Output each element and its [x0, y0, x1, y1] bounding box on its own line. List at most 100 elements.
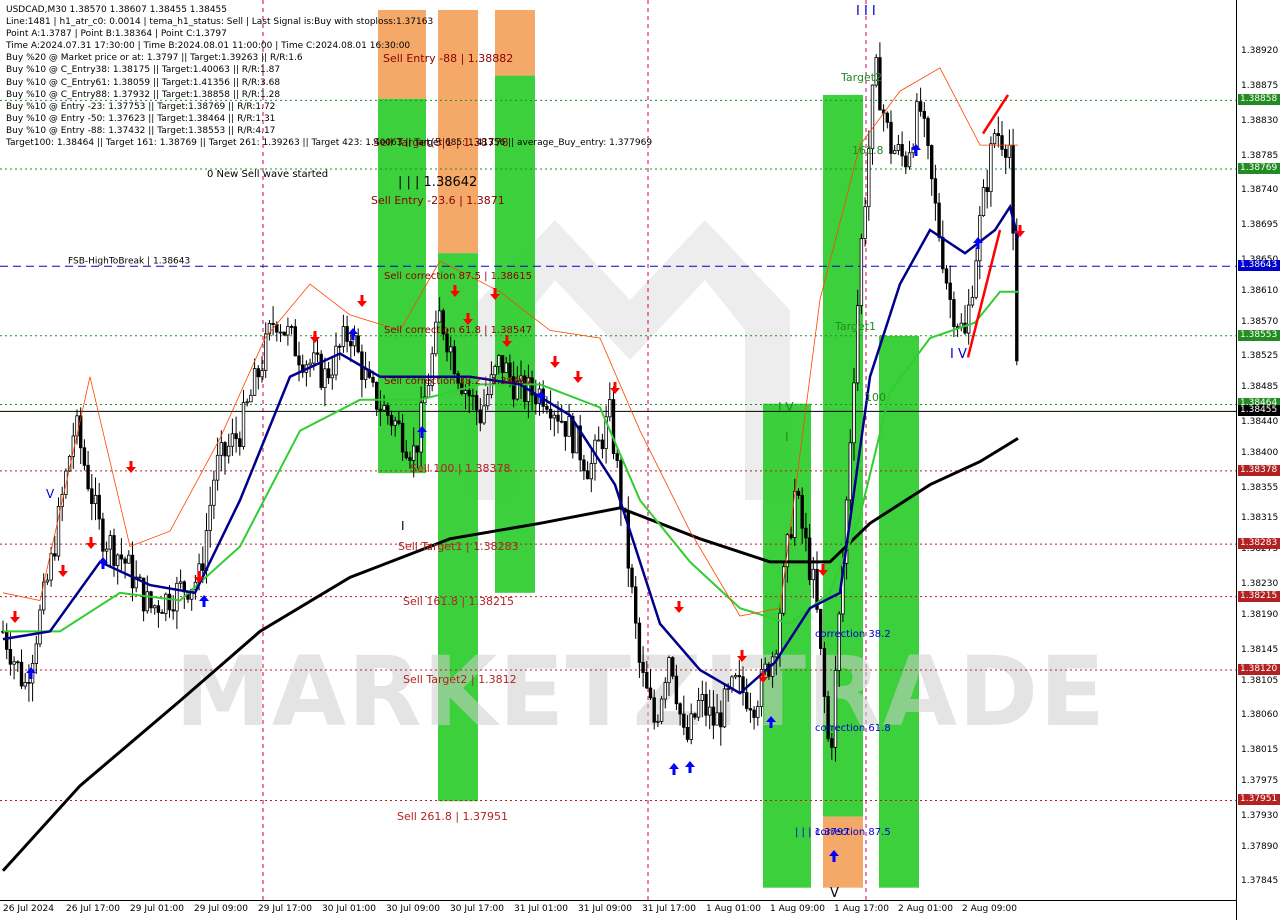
candle-body [249, 394, 253, 403]
info-line: Buy %20 @ Market price or at: 1.3797 || … [6, 53, 303, 64]
chart-annotation: I [401, 519, 405, 533]
info-panel: USDCAD,M30 1.38570 1.38607 1.38455 1.384… [6, 4, 652, 149]
candle-body [411, 445, 416, 461]
candle-body [5, 631, 9, 650]
chart-annotation: I V [950, 347, 967, 362]
price-tick: 1.38610 [1241, 285, 1279, 296]
candle-body [282, 331, 286, 336]
status-text: 0 New Sell wave started [207, 169, 328, 180]
candle-body [996, 133, 1000, 137]
candle [915, 93, 919, 151]
candle-body [175, 582, 179, 612]
candle-body [1015, 232, 1019, 362]
candle [1011, 128, 1015, 251]
candle-body [682, 713, 686, 728]
candle-body [238, 438, 242, 447]
candle-body [334, 345, 338, 376]
candle-body [97, 494, 101, 520]
time-tick: 31 Jul 01:00 [514, 904, 568, 914]
chart-annotation: Sell Entry -23.6 | 1.3871 [371, 194, 505, 207]
candle-body [752, 709, 756, 718]
candle-body [341, 326, 346, 347]
info-line: USDCAD,M30 1.38570 1.38607 1.38455 1.384… [6, 5, 227, 15]
candle [833, 655, 838, 762]
level-label: FSB-HighToBreak | 1.38643 [68, 256, 190, 266]
candle-body [38, 609, 42, 645]
time-tick: 29 Jul 09:00 [194, 904, 248, 914]
candle [826, 690, 830, 742]
price-tick: 1.37930 [1241, 810, 1279, 821]
candle-body [275, 324, 279, 333]
candle-body [156, 605, 161, 613]
candle-body [45, 579, 50, 583]
candle-body [19, 661, 24, 687]
candle-body [574, 425, 579, 454]
candle-body [563, 421, 568, 437]
candle-body [970, 296, 975, 306]
candle-body [807, 537, 812, 581]
candle-body [656, 720, 660, 723]
candle-body [659, 698, 664, 722]
candle [671, 656, 675, 680]
candle-body [93, 494, 98, 504]
price-tick: 1.38485 [1241, 382, 1279, 393]
price-tick: 1.37975 [1241, 775, 1279, 786]
candle-body [363, 369, 368, 380]
time-axis: 26 Jul 2024 26 Jul 17:00 29 Jul 01:00 29 Ju… [0, 900, 1236, 921]
info-line: Buy %10 @ Entry -23: 1.37753 || Target:1… [6, 101, 276, 112]
price-tick: 1.37845 [1241, 876, 1279, 887]
candle-body [1007, 144, 1012, 158]
candle-body [918, 101, 923, 112]
price-tick: 1.38740 [1241, 185, 1279, 196]
candle-body [704, 694, 708, 716]
chart-annotation: Sell 161.8 | 1.38215 [403, 595, 514, 608]
info-line: Buy %10 @ Entry -50: 1.37623 || Target:1… [6, 113, 276, 124]
candle-body [811, 568, 815, 581]
candle-body [104, 548, 109, 552]
candle-body [382, 405, 386, 411]
candle-body [671, 657, 675, 677]
candle-body [145, 591, 149, 612]
candle-body [567, 416, 571, 437]
candle-body [42, 581, 46, 611]
chart-annotation: I I I [856, 4, 876, 19]
candle-body [648, 687, 653, 699]
candle-body [34, 643, 38, 664]
candle-body [86, 464, 90, 490]
candle-body [556, 414, 560, 422]
candle-body [297, 355, 301, 366]
candle-body [497, 355, 501, 367]
chart-annotation: 161.8 [852, 144, 884, 157]
time-tick: 29 Jul 17:00 [258, 904, 312, 914]
time-tick: 30 Jul 09:00 [386, 904, 440, 914]
candle-body [308, 362, 312, 366]
time-tick: 29 Jul 01:00 [130, 904, 184, 914]
candle-body [837, 613, 841, 671]
candle-body [152, 605, 157, 609]
candle-body [448, 346, 453, 353]
candle-body [337, 345, 342, 348]
candle-body [108, 535, 112, 550]
price-tick: 1.38145 [1241, 644, 1279, 655]
chart-annotation: | | | 1.3797 [795, 827, 850, 838]
candle-body [981, 187, 986, 217]
candle-body [722, 688, 727, 728]
candle-body [393, 420, 397, 426]
candle-body [112, 535, 116, 566]
info-line: Target100: 1.38464 || Target 161: 1.3876… [6, 138, 653, 149]
candle-body [415, 445, 420, 453]
candle-body [471, 395, 475, 397]
candle-body [715, 712, 719, 726]
candle-body [937, 202, 941, 238]
candle-body [600, 439, 605, 450]
candle-body [667, 657, 671, 683]
candle-body [833, 670, 838, 748]
candle-body [867, 148, 871, 208]
time-tick: 30 Jul 17:00 [450, 904, 504, 914]
candle-body [260, 370, 264, 378]
price-tick: 1.38105 [1241, 675, 1279, 686]
buy-zone [879, 335, 919, 888]
candle-body [852, 382, 856, 444]
candle-body [226, 445, 231, 457]
candle-body [500, 355, 505, 373]
